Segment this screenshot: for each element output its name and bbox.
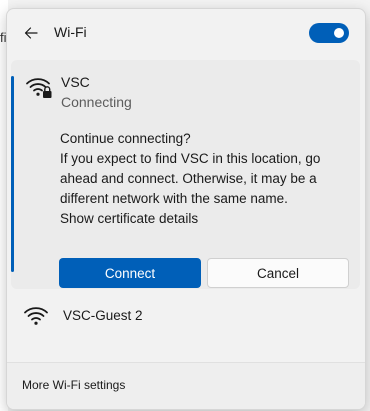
- toggle-knob: [334, 28, 344, 38]
- selection-indicator: [11, 76, 14, 272]
- back-button[interactable]: [19, 21, 43, 45]
- message-question: Continue connecting?: [60, 131, 191, 146]
- message-line: If you expect to find VSC in this locati…: [60, 151, 321, 166]
- wifi-secured-icon: [25, 74, 53, 100]
- page-title: Wi-Fi: [54, 24, 87, 40]
- connect-button[interactable]: Connect: [59, 258, 201, 288]
- network-name: VSC-Guest 2: [63, 308, 143, 323]
- wifi-icon: [23, 303, 51, 329]
- network-name: VSC: [61, 74, 90, 90]
- more-wifi-settings-link[interactable]: More Wi-Fi settings: [22, 378, 125, 392]
- wifi-flyout-footer: More Wi-Fi settings: [7, 362, 365, 409]
- show-certificate-link[interactable]: Show certificate details: [60, 209, 350, 229]
- wifi-toggle[interactable]: [309, 23, 349, 43]
- message-line: ahead and connect. Otherwise, it may be …: [60, 171, 317, 186]
- cancel-button[interactable]: Cancel: [207, 258, 349, 288]
- connection-warning-message: Continue connecting? If you expect to fi…: [60, 129, 350, 229]
- wifi-flyout-panel: Wi-Fi VSC Connecting Continue connecting…: [6, 8, 366, 410]
- network-status: Connecting: [61, 94, 132, 110]
- connecting-network-card: VSC Connecting Continue connecting? If y…: [11, 60, 360, 289]
- wifi-header: Wi-Fi: [7, 9, 365, 57]
- message-line: different network with the same name.: [60, 191, 288, 206]
- network-list-item[interactable]: VSC-Guest 2: [11, 297, 360, 333]
- arrow-left-icon: [24, 27, 38, 39]
